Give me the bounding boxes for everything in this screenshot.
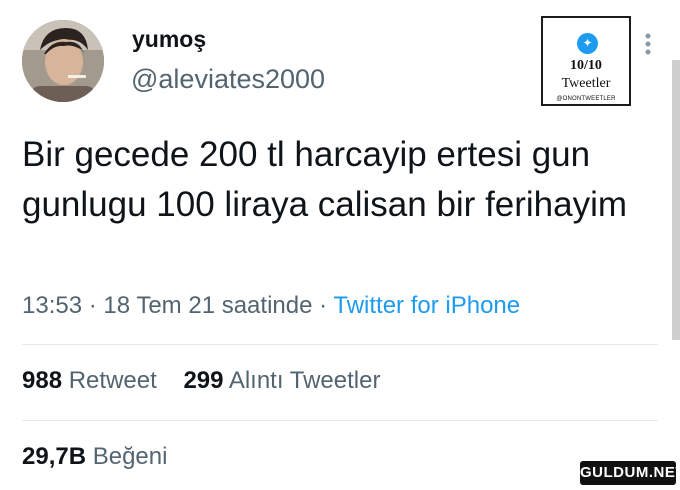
- engagement-stats: 988 Retweet 299 Alıntı Tweetler: [22, 367, 380, 395]
- watermark: GULDUM.NET: [580, 461, 680, 485]
- likes-count: 29,7B: [22, 443, 87, 470]
- tweet-meta: 13:53 · 18 Tem 21 saatinde · Twitter for…: [22, 292, 520, 320]
- retweets-label: Retweet: [68, 367, 157, 394]
- avatar[interactable]: [22, 20, 104, 102]
- quotes-label: Alıntı Tweetler: [228, 367, 381, 394]
- retweets-stat[interactable]: 988 Retweet: [22, 367, 157, 394]
- meta-separator: ·: [319, 292, 334, 319]
- likes-label: Beğeni: [92, 443, 168, 470]
- divider: [22, 344, 658, 345]
- twitter-bird-icon: ✦: [577, 33, 598, 54]
- divider: [22, 420, 658, 421]
- quotes-count: 299: [183, 367, 224, 394]
- quotes-stat[interactable]: 299 Alıntı Tweetler: [183, 367, 380, 394]
- tweet-score-badge: ✦ 10/10 Tweetler @ONONTWEETLER: [541, 16, 631, 106]
- user-handle[interactable]: @aleviates2000: [131, 64, 325, 95]
- tweet-time[interactable]: 13:53: [22, 292, 82, 319]
- scrollbar[interactable]: [672, 60, 680, 340]
- retweets-count: 988: [22, 367, 63, 394]
- badge-score: 10/10: [570, 58, 602, 73]
- more-options-icon[interactable]: • • •: [644, 27, 652, 61]
- badge-label: Tweetler: [561, 76, 611, 91]
- likes-stat[interactable]: 29,7B Beğeni: [22, 443, 167, 471]
- tweet-text: Bir gecede 200 tl harcayip ertesi gun gu…: [22, 135, 628, 224]
- tweet-source-link[interactable]: Twitter for iPhone: [333, 292, 520, 319]
- tweet-date[interactable]: 18 Tem 21 saatinde: [103, 292, 312, 319]
- meta-separator: ·: [88, 292, 104, 319]
- display-name[interactable]: yumoş: [132, 26, 206, 53]
- avatar-image: [22, 20, 104, 102]
- badge-handle: @ONONTWEETLER: [556, 96, 616, 102]
